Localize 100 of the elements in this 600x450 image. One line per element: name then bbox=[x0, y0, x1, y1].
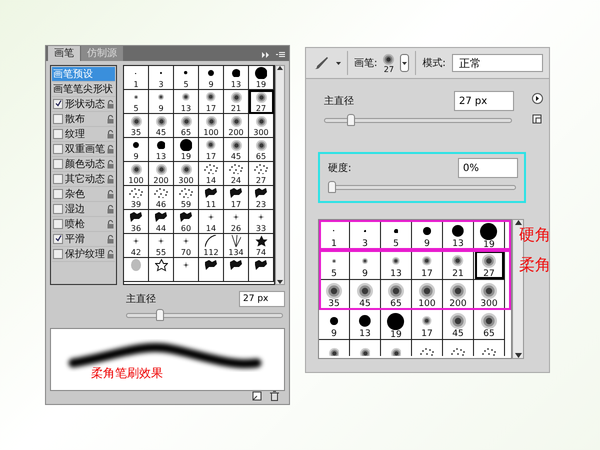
up-arrow-icon[interactable] bbox=[277, 66, 283, 70]
brush-preset[interactable] bbox=[249, 258, 274, 282]
brush-preset[interactable]: 21 bbox=[224, 90, 249, 114]
slider-thumb[interactable] bbox=[328, 181, 336, 193]
brush-preset[interactable]: 9 bbox=[350, 250, 381, 280]
brush-preset[interactable]: 100 bbox=[199, 114, 224, 138]
brush-preview[interactable]: 27 bbox=[383, 52, 394, 74]
lock-icon[interactable] bbox=[107, 130, 114, 139]
brush-preset[interactable]: 65 bbox=[249, 138, 274, 162]
brush-option[interactable]: 平滑 bbox=[52, 232, 115, 248]
brush-preset[interactable]: 9 bbox=[199, 66, 224, 90]
brush-option[interactable]: 其它动态 bbox=[52, 172, 115, 188]
brush-preset[interactable]: 21 bbox=[443, 250, 474, 280]
brush-preset[interactable]: 19 bbox=[381, 310, 412, 340]
brush-preset[interactable]: 17 bbox=[412, 310, 443, 340]
brush-preset[interactable]: 5 bbox=[124, 90, 149, 114]
brush-preset[interactable]: 26 bbox=[224, 210, 249, 234]
down-arrow-icon[interactable] bbox=[514, 353, 522, 358]
brush-preset[interactable]: 13 bbox=[174, 90, 199, 114]
brush-preset[interactable]: 300 bbox=[174, 162, 199, 186]
hardness-field[interactable]: 0% bbox=[458, 158, 518, 178]
brush-preset[interactable] bbox=[174, 258, 199, 282]
brush-preset[interactable]: 9 bbox=[124, 138, 149, 162]
brush-preset[interactable] bbox=[149, 258, 174, 282]
brush-preset[interactable]: 3 bbox=[149, 66, 174, 90]
brush-preset[interactable]: 13 bbox=[149, 138, 174, 162]
brush-preset[interactable] bbox=[224, 258, 249, 282]
brush-option[interactable]: 双重画笔 bbox=[52, 142, 115, 158]
brush-preset[interactable]: 13 bbox=[350, 310, 381, 340]
checkbox[interactable] bbox=[53, 114, 63, 124]
scrollbar[interactable] bbox=[275, 65, 285, 286]
brush-preset[interactable]: 59 bbox=[174, 186, 199, 210]
brush-preset[interactable]: 17 bbox=[199, 138, 224, 162]
brush-preset[interactable]: 27 bbox=[249, 90, 274, 114]
brush-preset[interactable]: 100 bbox=[124, 162, 149, 186]
lock-icon[interactable] bbox=[107, 220, 114, 229]
brush-option[interactable]: 湿边 bbox=[52, 202, 115, 218]
slider-thumb[interactable] bbox=[347, 114, 356, 126]
brush-preset[interactable]: 14 bbox=[199, 162, 224, 186]
brush-preset[interactable]: 60 bbox=[174, 210, 199, 234]
brush-preset[interactable] bbox=[199, 258, 224, 282]
slider[interactable] bbox=[328, 181, 516, 193]
checkbox[interactable] bbox=[53, 129, 63, 140]
brush-preset[interactable]: 11 bbox=[199, 186, 224, 210]
up-arrow-icon[interactable] bbox=[514, 220, 522, 225]
brush-preset[interactable]: 27 bbox=[474, 250, 505, 280]
brush-preset[interactable]: 36 bbox=[124, 210, 149, 234]
checkbox[interactable] bbox=[53, 189, 63, 200]
lock-icon[interactable] bbox=[107, 160, 114, 169]
brush-preset[interactable]: 46 bbox=[149, 186, 174, 210]
brush-preset[interactable]: 13 bbox=[381, 250, 412, 280]
brush-preset[interactable]: 39 bbox=[124, 186, 149, 210]
brush-option[interactable]: 纹理 bbox=[52, 127, 115, 142]
checkbox[interactable] bbox=[53, 99, 63, 110]
brush-preset[interactable]: 19 bbox=[174, 138, 199, 162]
brush-preset[interactable]: 45 bbox=[443, 310, 474, 340]
lock-icon[interactable] bbox=[107, 250, 114, 259]
brush-preset[interactable]: 134 bbox=[224, 234, 249, 258]
brush-option[interactable]: 形状动态 bbox=[52, 97, 115, 112]
diameter-field[interactable]: 27 px bbox=[454, 91, 514, 111]
brush-option[interactable]: 散布 bbox=[52, 112, 115, 128]
trash-icon[interactable] bbox=[270, 391, 279, 401]
brush-preset[interactable]: 19 bbox=[249, 66, 274, 90]
lock-icon[interactable] bbox=[107, 144, 114, 154]
brush-preset[interactable]: 65 bbox=[474, 310, 505, 340]
brush-preset[interactable]: 45 bbox=[149, 114, 174, 138]
slider-thumb[interactable] bbox=[156, 309, 164, 322]
lock-icon[interactable] bbox=[107, 114, 114, 124]
slider[interactable] bbox=[324, 114, 512, 126]
brush-option[interactable]: 颜色动态 bbox=[52, 157, 115, 172]
new-preset-icon[interactable] bbox=[532, 114, 542, 124]
menu-icon[interactable] bbox=[276, 52, 285, 58]
brush-option[interactable]: 杂色 bbox=[52, 187, 115, 202]
brush-preset[interactable]: 23 bbox=[249, 186, 274, 210]
brush-option[interactable]: 保护纹理 bbox=[52, 247, 115, 262]
lock-icon[interactable] bbox=[107, 204, 114, 214]
dropdown-button[interactable] bbox=[400, 54, 410, 72]
checkbox[interactable] bbox=[53, 234, 63, 244]
brush-preset[interactable]: 5 bbox=[319, 250, 350, 280]
brush-preset[interactable]: 9 bbox=[149, 90, 174, 114]
double-arrow-icon[interactable] bbox=[262, 52, 270, 58]
brush-preset[interactable] bbox=[124, 258, 149, 282]
brush-preset[interactable]: 17 bbox=[199, 90, 224, 114]
brush-preset[interactable]: 200 bbox=[224, 114, 249, 138]
checkbox[interactable] bbox=[53, 249, 63, 260]
brush-preset[interactable]: 55 bbox=[149, 234, 174, 258]
checkbox[interactable] bbox=[53, 174, 63, 184]
brush-preset[interactable]: 42 bbox=[124, 234, 149, 258]
brush-preset[interactable]: 200 bbox=[149, 162, 174, 186]
brush-preset[interactable]: 27 bbox=[249, 162, 274, 186]
brush-preset[interactable]: 300 bbox=[249, 114, 274, 138]
new-brush-icon[interactable] bbox=[252, 391, 262, 401]
brush-preset[interactable]: 1 bbox=[124, 66, 149, 90]
brush-preset[interactable]: 24 bbox=[224, 162, 249, 186]
brush-preset[interactable]: 5 bbox=[174, 66, 199, 90]
checkbox[interactable] bbox=[53, 219, 63, 230]
brush-preset[interactable]: 45 bbox=[224, 138, 249, 162]
brush-preset[interactable]: 14 bbox=[199, 210, 224, 234]
down-arrow-icon[interactable] bbox=[277, 280, 283, 284]
brush-preset[interactable]: 74 bbox=[249, 234, 274, 258]
